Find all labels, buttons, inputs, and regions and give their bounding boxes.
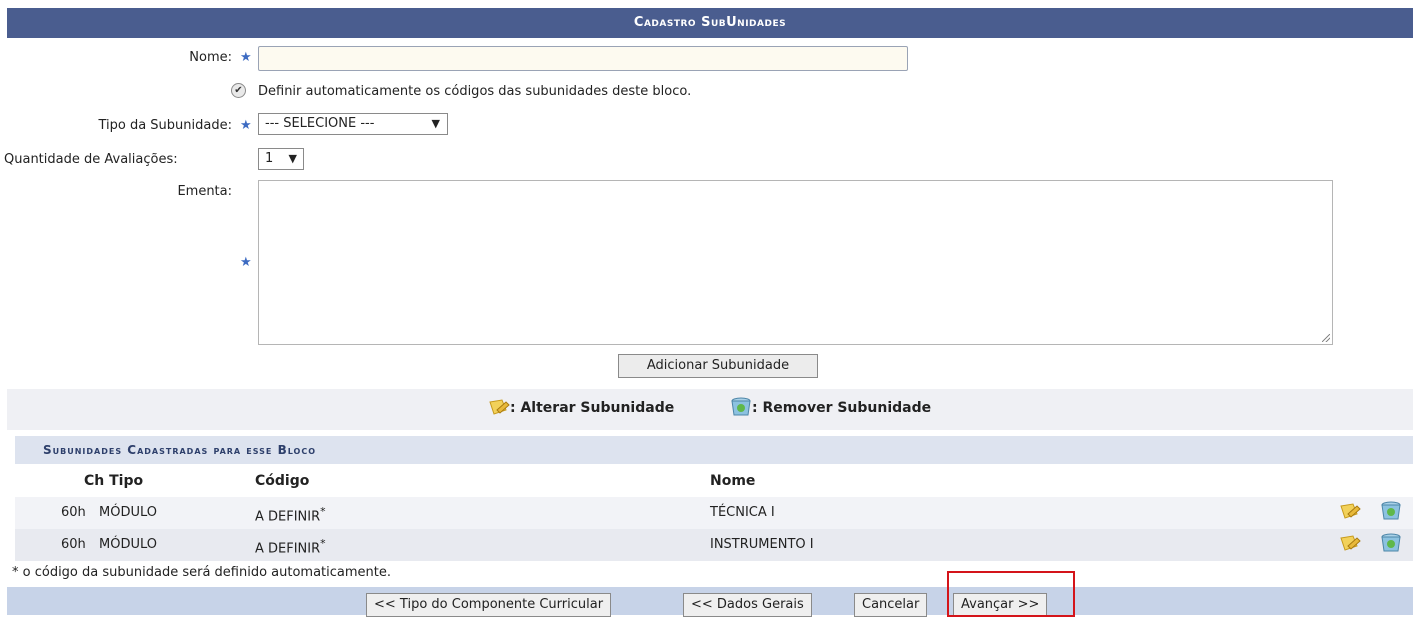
tipo-select-value: --- SELECIONE --- [265,116,375,131]
resize-handle-icon[interactable] [1322,334,1330,342]
nome-label-text: Nome: [189,50,232,65]
required-icon: ★ [240,255,252,270]
row-ch: 60h [61,505,86,520]
auto-codigo-label: Definir automaticamente os códigos das s… [258,84,692,99]
table-footnote: * o código da subunidade será definido a… [12,565,392,580]
dropdown-arrow-icon: ▼ [431,117,440,130]
tipo-select[interactable]: --- SELECIONE --- ▼ [258,113,448,135]
pencil-note-icon [489,399,510,415]
row-nome: INSTRUMENTO I [710,537,814,552]
highlight-box [947,571,1075,617]
tipo-componente-button[interactable]: << Tipo do Componente Curricular [366,593,612,617]
form-caption: Cadastro SubUnidades [7,8,1413,38]
row-codigo-text: A DEFINIR [255,509,321,525]
tipo-label-text: Tipo da Subunidade: [98,118,232,133]
cancelar-button[interactable]: Cancelar [854,593,928,617]
row-codigo-text: A DEFINIR [255,541,321,557]
row-codigo: A DEFINIR* [255,537,326,556]
column-header-nome: Nome [710,473,756,489]
qtd-label: Quantidade de Avaliações: [4,152,178,167]
nome-label: Nome: [0,50,232,65]
ementa-label-text: Ementa: [177,184,232,199]
required-icon: ★ [240,118,252,133]
tipo-label: Tipo da Subunidade: [0,118,232,133]
nome-input[interactable] [258,46,908,71]
ementa-label: Ementa: [0,184,232,199]
required-icon: ★ [240,50,252,65]
row-tipo: MÓDULO [99,537,157,552]
column-header-codigo: Código [255,473,310,489]
row-ch: 60h [61,537,86,552]
row-nome: TÉCNICA I [710,505,775,520]
remove-icon[interactable] [1380,533,1402,553]
remove-icon[interactable] [1380,501,1402,521]
add-subunidade-button[interactable]: Adicionar Subunidade [618,354,818,378]
row-codigo-asterisk: * [320,537,326,550]
row-codigo-asterisk: * [320,505,326,518]
column-header-ch-tipo: Ch Tipo [84,473,144,489]
edit-icon[interactable] [1339,534,1361,554]
row-codigo: A DEFINIR* [255,505,326,524]
legend-bar [7,389,1413,430]
dados-gerais-button[interactable]: << Dados Gerais [683,593,812,617]
subunidades-table-title: Subunidades Cadastradas para esse Bloco [15,436,1413,464]
row-tipo: MÓDULO [99,505,157,520]
qtd-select-value: 1 [265,151,274,166]
recycle-bin-icon [731,397,751,416]
qtd-select[interactable]: 1 ▼ [258,148,304,170]
legend-edit-label: : Alterar Subunidade [510,400,675,416]
auto-codigo-checkbox[interactable]: ✔ [231,83,246,98]
legend-remove-label: : Remover Subunidade [752,400,932,416]
edit-icon[interactable] [1339,502,1361,522]
ementa-textarea[interactable] [258,180,1333,345]
dropdown-arrow-icon: ▼ [288,152,297,165]
